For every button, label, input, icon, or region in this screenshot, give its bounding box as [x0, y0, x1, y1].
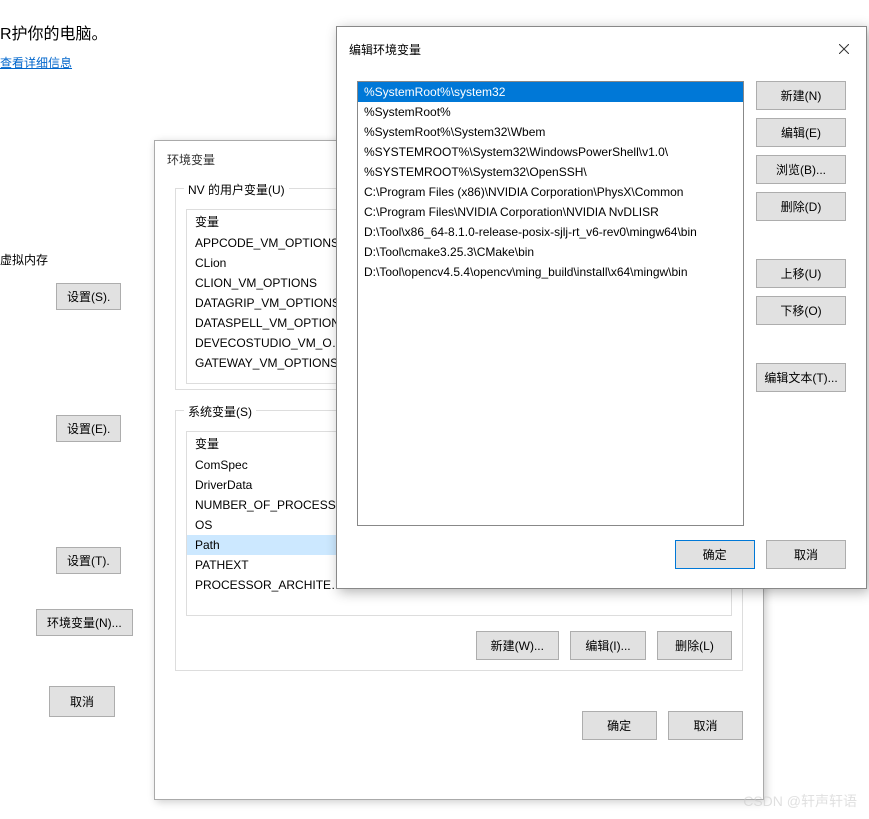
edit-env-dialog: 编辑环境变量 %SystemRoot%\system32%SystemRoot%… [336, 26, 867, 589]
col-header-var2: 变量 [187, 432, 357, 455]
env-vars-button[interactable]: 环境变量(N)... [36, 609, 133, 636]
delete-button[interactable]: 删除(D) [756, 192, 846, 221]
list-item[interactable]: %SYSTEMROOT%\System32\WindowsPowerShell\… [358, 142, 743, 162]
edit-titlebar[interactable]: 编辑环境变量 [337, 27, 866, 71]
list-item[interactable]: %SystemRoot% [358, 102, 743, 122]
list-item[interactable]: %SystemRoot%\system32 [358, 82, 743, 102]
move-down-button[interactable]: 下移(O) [756, 296, 846, 325]
move-up-button[interactable]: 上移(U) [756, 259, 846, 288]
close-icon[interactable] [821, 35, 866, 63]
list-item[interactable]: %SystemRoot%\System32\Wbem [358, 122, 743, 142]
user-vars-label: NV 的用户变量(U) [184, 181, 289, 198]
list-item[interactable]: C:\Program Files\NVIDIA Corporation\NVID… [358, 202, 743, 222]
edit-cancel-button[interactable]: 取消 [766, 540, 846, 569]
delete-l-button[interactable]: 删除(L) [657, 631, 732, 660]
env-cancel-button[interactable]: 取消 [668, 711, 743, 740]
bg-cancel-button[interactable]: 取消 [49, 686, 115, 717]
edit-dialog-title: 编辑环境变量 [349, 41, 421, 58]
new-button[interactable]: 新建(N) [756, 81, 846, 110]
edit-ok-button[interactable]: 确定 [675, 540, 755, 569]
settings-t-button[interactable]: 设置(T). [56, 547, 121, 574]
sys-vars-label: 系统变量(S) [184, 403, 256, 420]
col-header-var: 变量 [187, 210, 357, 233]
browse-button[interactable]: 浏览(B)... [756, 155, 846, 184]
path-entries-list[interactable]: %SystemRoot%\system32%SystemRoot%%System… [357, 81, 744, 526]
list-item[interactable]: D:\Tool\x86_64-8.1.0-release-posix-sjlj-… [358, 222, 743, 242]
edit-i-button[interactable]: 编辑(I)... [570, 631, 645, 660]
list-item[interactable]: %SYSTEMROOT%\System32\OpenSSH\ [358, 162, 743, 182]
list-item[interactable]: D:\Tool\cmake3.25.3\CMake\bin [358, 242, 743, 262]
edit-text-button[interactable]: 编辑文本(T)... [756, 363, 846, 392]
watermark: CSDN @轩声轩语 [743, 791, 857, 811]
list-item[interactable]: C:\Program Files (x86)\NVIDIA Corporatio… [358, 182, 743, 202]
new-w-button[interactable]: 新建(W)... [476, 631, 559, 660]
env-ok-button[interactable]: 确定 [582, 711, 657, 740]
details-link[interactable]: 查看详细信息 [0, 54, 72, 71]
edit-button[interactable]: 编辑(E) [756, 118, 846, 147]
list-item[interactable]: D:\Tool\opencv4.5.4\opencv\ming_build\in… [358, 262, 743, 282]
settings-e-button[interactable]: 设置(E). [56, 415, 121, 442]
settings-s-button[interactable]: 设置(S). [56, 283, 121, 310]
